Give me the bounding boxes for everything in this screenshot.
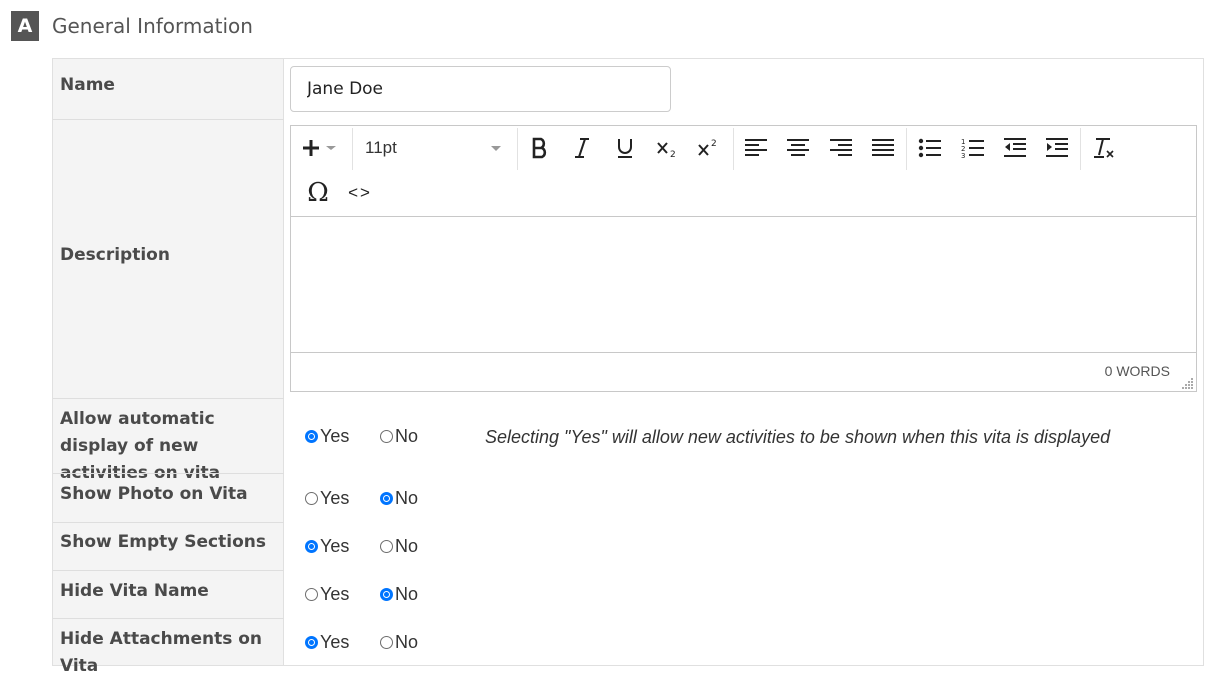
superscript-icon[interactable]: 2	[691, 126, 725, 170]
hide-vita-name-yes-radio[interactable]	[305, 588, 318, 601]
chevron-down-icon	[491, 146, 501, 151]
hide-attachments-yes-radio[interactable]	[305, 636, 318, 649]
row-divider	[53, 398, 284, 399]
hide-vita-name-label: Hide Vita Name	[60, 581, 209, 601]
name-label: Name	[60, 75, 115, 95]
hide-attachments-yes-option[interactable]: Yes	[305, 632, 349, 653]
section-title: General Information	[52, 14, 253, 38]
align-left-icon[interactable]	[739, 126, 773, 170]
bold-icon[interactable]	[523, 126, 557, 170]
toolbar-separator	[517, 128, 518, 170]
show-photo-label: Show Photo on Vita	[60, 484, 248, 504]
show-photo-yes-option[interactable]: Yes	[305, 488, 349, 509]
source-code-icon[interactable]: <>	[343, 171, 377, 215]
bullet-list-icon[interactable]	[913, 126, 947, 170]
align-center-icon[interactable]	[781, 126, 815, 170]
insert-plus-icon[interactable]	[293, 126, 349, 170]
section-header: A General Information	[11, 11, 253, 41]
clear-formatting-icon[interactable]	[1087, 126, 1121, 170]
toolbar-separator	[1080, 128, 1081, 170]
align-justify-icon[interactable]	[866, 126, 900, 170]
auto-display-label: Allow automatic display of new activitie…	[60, 409, 221, 483]
editor-toolbar: 11pt 2 2 1 2 3 Ω <>	[291, 126, 1196, 217]
special-character-icon[interactable]: Ω	[297, 171, 339, 215]
description-label: Description	[60, 245, 170, 265]
auto-display-no-option[interactable]: No	[380, 426, 418, 447]
name-input[interactable]	[290, 66, 671, 112]
row-divider	[53, 119, 284, 120]
indent-icon[interactable]	[1040, 126, 1074, 170]
show-photo-no-option[interactable]: No	[380, 488, 418, 509]
editor-statusbar: 0 WORDS	[291, 353, 1196, 391]
description-editor: 11pt 2 2 1 2 3 Ω <> 0 WORDS	[290, 125, 1197, 392]
font-size-value: 11pt	[365, 138, 397, 157]
auto-display-no-radio[interactable]	[380, 430, 393, 443]
no-label: No	[395, 488, 419, 508]
row-divider	[53, 522, 284, 523]
numbered-list-icon[interactable]: 123	[956, 126, 990, 170]
yes-label: Yes	[320, 488, 350, 508]
underline-icon[interactable]	[608, 126, 642, 170]
yes-label: Yes	[320, 426, 350, 446]
label-column: Name Description Allow automatic display…	[53, 59, 284, 676]
word-count: 0 WORDS	[1104, 363, 1170, 379]
yes-label: Yes	[320, 584, 350, 604]
row-divider	[53, 618, 284, 619]
show-empty-sections-yes-radio[interactable]	[305, 540, 318, 553]
font-size-select[interactable]: 11pt	[353, 126, 516, 170]
italic-icon[interactable]	[565, 126, 599, 170]
yes-label: Yes	[320, 536, 350, 556]
show-empty-sections-label: Show Empty Sections	[60, 532, 266, 552]
editor-content-area[interactable]	[291, 217, 1196, 353]
no-label: No	[395, 536, 419, 556]
auto-display-yes-radio[interactable]	[305, 430, 318, 443]
no-label: No	[395, 426, 419, 446]
show-empty-sections-no-radio[interactable]	[380, 540, 393, 553]
toolbar-separator	[733, 128, 734, 170]
toolbar-separator	[906, 128, 907, 170]
hide-vita-name-no-radio[interactable]	[380, 588, 393, 601]
hide-attachments-no-option[interactable]: No	[380, 632, 418, 653]
no-label: No	[395, 632, 419, 652]
general-information-form: Name Description Allow automatic display…	[52, 58, 1204, 676]
show-photo-no-radio[interactable]	[380, 492, 393, 505]
hide-vita-name-no-option[interactable]: No	[380, 584, 418, 605]
section-badge: A	[11, 11, 39, 41]
align-right-icon[interactable]	[824, 126, 858, 170]
row-divider	[53, 473, 284, 474]
svg-text:2: 2	[670, 150, 676, 159]
svg-text:3: 3	[961, 152, 965, 159]
resize-handle-icon[interactable]	[1182, 377, 1194, 389]
auto-display-yes-option[interactable]: Yes	[305, 426, 349, 447]
hide-vita-name-yes-option[interactable]: Yes	[305, 584, 349, 605]
no-label: No	[395, 584, 419, 604]
show-empty-sections-yes-option[interactable]: Yes	[305, 536, 349, 557]
subscript-icon[interactable]: 2	[650, 126, 684, 170]
svg-text:2: 2	[711, 139, 717, 149]
show-empty-sections-no-option[interactable]: No	[380, 536, 418, 557]
yes-label: Yes	[320, 632, 350, 652]
auto-display-hint: Selecting "Yes" will allow new activitie…	[485, 427, 1111, 447]
hide-attachments-no-radio[interactable]	[380, 636, 393, 649]
outdent-icon[interactable]	[998, 126, 1032, 170]
row-divider	[53, 570, 284, 571]
show-photo-yes-radio[interactable]	[305, 492, 318, 505]
